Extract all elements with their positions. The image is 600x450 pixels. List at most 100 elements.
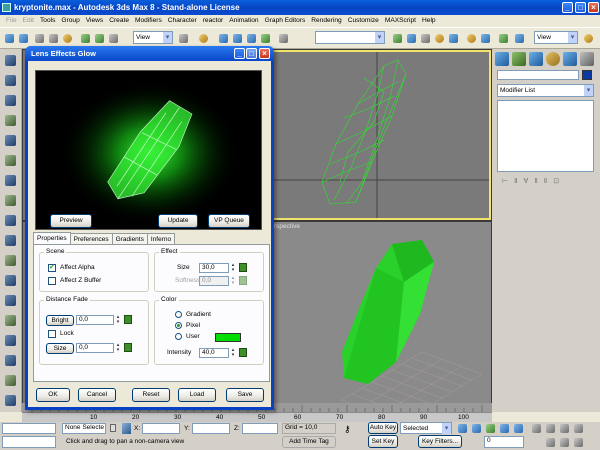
gradient-radio[interactable] (175, 311, 182, 318)
named-selection-sets-combo[interactable] (315, 31, 385, 44)
create-light-icon[interactable] (4, 134, 17, 147)
effect-size-spinner[interactable]: ▴ ▾ (230, 263, 236, 273)
bright-spinner[interactable]: ▴ ▾ (115, 315, 121, 325)
menu-customize[interactable]: Customize (345, 15, 382, 27)
add-time-tag-button[interactable]: Add Time Tag (282, 436, 336, 448)
bind-space-warp-icon[interactable] (61, 31, 74, 46)
maxscript-mini-listener[interactable] (2, 436, 56, 448)
maxscript-listener-field[interactable] (2, 423, 56, 434)
x-coordinate-field[interactable] (142, 423, 180, 434)
spinner-snap-icon[interactable] (259, 31, 272, 46)
menu-maxscript[interactable]: MAXScript (382, 15, 419, 27)
stack-tools-icons[interactable]: ⊢Ⅱ∀ⅡⅡ⊡ (502, 177, 586, 187)
render-scene-icon[interactable] (479, 31, 492, 46)
arc-rotate-icon[interactable] (558, 435, 571, 450)
auto-key-button[interactable]: Auto Key (368, 422, 398, 434)
set-key-button[interactable]: Set Key (368, 435, 398, 448)
current-frame-field[interactable]: 0 (484, 436, 524, 448)
hierarchy-tab-icon[interactable] (529, 52, 543, 66)
select-object-icon[interactable] (79, 31, 92, 46)
selection-region-icon[interactable] (107, 31, 120, 46)
modifier-twist-icon[interactable] (4, 274, 17, 287)
undo-icon[interactable] (3, 31, 16, 46)
fade-size-map-button[interactable] (124, 343, 132, 352)
layer-manager-icon[interactable] (419, 31, 432, 46)
ok-button[interactable]: OK (36, 388, 70, 402)
modifier-edit-poly-icon[interactable] (4, 374, 17, 387)
object-name-field[interactable] (497, 70, 579, 80)
snaps-toggle-icon[interactable] (217, 31, 230, 46)
intensity-spinner[interactable]: ▴ ▾ (230, 348, 236, 358)
schematic-view-icon[interactable] (447, 31, 460, 46)
render-type-combo[interactable]: View (534, 31, 578, 44)
viewport-perspective[interactable]: rspective (272, 222, 491, 423)
maximize-viewport-icon[interactable] (572, 435, 585, 450)
create-sphere-icon[interactable] (4, 74, 17, 87)
dialog-minimize-button[interactable]: _ (234, 48, 245, 59)
create-system-icon[interactable] (4, 234, 17, 247)
create-tab-icon[interactable] (495, 52, 509, 66)
update-button[interactable]: Update (158, 214, 198, 228)
key-mode-combo[interactable]: Selected (400, 422, 452, 434)
menu-modifiers[interactable]: Modifiers (132, 15, 165, 27)
modifier-list-combo[interactable]: Modifier List (497, 84, 594, 97)
unlink-icon[interactable] (47, 31, 60, 46)
menu-edit[interactable]: Edit (20, 15, 37, 27)
play-icon[interactable] (484, 421, 497, 436)
intensity-field[interactable]: 40,0 (199, 348, 229, 358)
menu-create[interactable]: Create (106, 15, 132, 27)
modifier-stack[interactable] (497, 100, 594, 172)
edit-named-selection-icon[interactable] (277, 31, 290, 46)
material-editor-icon[interactable] (465, 31, 478, 46)
menu-character[interactable]: Character (165, 15, 200, 27)
menu-file[interactable]: File (3, 15, 20, 27)
reset-button[interactable]: Reset (132, 388, 170, 402)
zoom-all-icon[interactable] (544, 421, 557, 436)
preview-button[interactable]: Preview (50, 214, 92, 228)
bright-button[interactable]: Bright (46, 315, 74, 326)
percent-snap-icon[interactable] (245, 31, 258, 46)
menu-reactor[interactable]: reactor (200, 15, 227, 27)
user-color-swatch[interactable] (215, 333, 241, 342)
create-box-icon[interactable] (4, 54, 17, 67)
quick-render-icon[interactable] (497, 31, 510, 46)
goto-end-icon[interactable] (512, 421, 525, 436)
menu-views[interactable]: Views (83, 15, 106, 27)
viewport-label[interactable]: rspective (274, 223, 300, 230)
bright-field[interactable]: 0,0 (76, 315, 114, 325)
effect-softness-map-button[interactable] (239, 276, 247, 285)
menu-tools[interactable]: Tools (37, 15, 58, 27)
pixel-radio[interactable] (175, 322, 182, 329)
absolute-mode-icon[interactable] (122, 423, 131, 434)
menu-help[interactable]: Help (419, 15, 439, 27)
modifier-uvw-icon[interactable] (4, 334, 17, 347)
angle-snap-icon[interactable] (231, 31, 244, 46)
save-button[interactable]: Save (226, 388, 264, 402)
dialog-close-button[interactable]: × (259, 48, 270, 59)
menu-group[interactable]: Group (58, 15, 82, 27)
key-filters-button[interactable]: Key Filters... (418, 435, 462, 448)
motion-tab-icon[interactable] (546, 52, 560, 66)
select-link-icon[interactable] (33, 31, 46, 46)
close-button[interactable]: × (588, 2, 599, 13)
create-shape-icon[interactable] (4, 194, 17, 207)
mirror-icon[interactable] (391, 31, 404, 46)
display-tab-icon[interactable] (563, 52, 577, 66)
align-icon[interactable] (405, 31, 418, 46)
select-by-name-icon[interactable] (93, 31, 106, 46)
lock-checkbox[interactable] (48, 330, 56, 338)
load-button[interactable]: Load (178, 388, 216, 402)
viewport-top-right[interactable] (272, 50, 491, 220)
select-and-manipulate-icon[interactable] (197, 31, 210, 46)
modifier-taper-icon[interactable] (4, 294, 17, 307)
menu-animation[interactable]: Animation (226, 15, 261, 27)
goto-start-icon[interactable] (456, 421, 469, 436)
pan-icon[interactable] (544, 435, 557, 450)
modifier-noise-icon[interactable] (4, 314, 17, 327)
next-frame-icon[interactable] (498, 421, 511, 436)
cancel-button[interactable]: Cancel (78, 388, 116, 402)
effect-size-field[interactable]: 30,0 (199, 263, 229, 273)
redo-icon[interactable] (17, 31, 30, 46)
create-cylinder-icon[interactable] (4, 94, 17, 107)
minimize-button[interactable]: _ (562, 2, 573, 13)
